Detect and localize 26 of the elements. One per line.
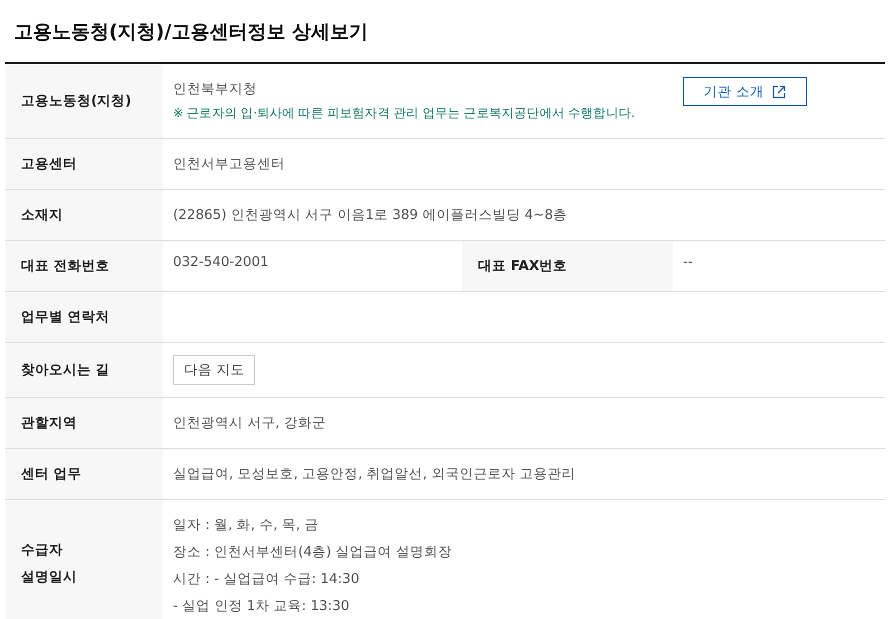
row-value: 인천서부고용센터	[173, 155, 286, 174]
row-value: (22865) 인천광역시 서구 이음1로 389 에이플러스빌딩 4~8층	[173, 206, 568, 225]
row-label: 관할지역	[21, 414, 77, 432]
row-label: 업무별 연락처	[21, 308, 110, 326]
row-value: - 실업 인정 1차 교육: 13:30	[173, 597, 350, 616]
row-label: 수급자 설명일시	[21, 541, 77, 587]
row-value: 032-540-2001	[173, 254, 269, 270]
row-value: 시간 : - 실업급여 수급: 14:30	[173, 570, 360, 589]
row-value: --	[683, 254, 693, 270]
notice-text: ※ 근로자의 입·퇴사에 따른 피보험자격 관리 업무는 근로복지공단에서 수행합니다.	[173, 104, 636, 122]
row-value: 장소 : 인천서부센터(4층) 실업급여 설명회장	[173, 543, 453, 562]
row-value: 인천북부지청	[173, 80, 258, 99]
agency-intro-button[interactable]: 기관 소개	[682, 77, 807, 106]
page-title: 고용노동청(지청)/고용센터정보 상세보기	[13, 20, 369, 45]
row-label: 대표 FAX번호	[478, 256, 568, 276]
row-label: 고용노동청(지청)	[21, 92, 132, 110]
row-value: 인천광역시 서구, 강화군	[173, 414, 327, 433]
row-label: 찾아오시는 길	[21, 360, 110, 380]
row-label: 소재지	[21, 206, 63, 224]
row-label: 고용센터	[21, 154, 77, 174]
row-label: 대표 전화번호	[21, 256, 110, 276]
row-label: 센터 업무	[21, 464, 82, 484]
external-link-icon	[772, 84, 786, 98]
map-button[interactable]: 다음 지도	[173, 355, 256, 385]
row-value: 일자 : 월, 화, 수, 목, 금	[173, 516, 320, 535]
row-value: 실업급여, 모성보호, 고용안정, 취업알선, 외국인근로자 고용관리	[173, 465, 577, 484]
